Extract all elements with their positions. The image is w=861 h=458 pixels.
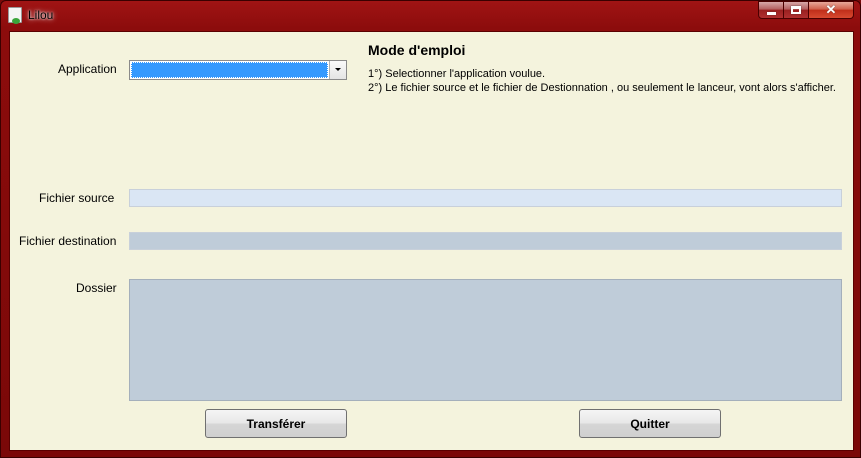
window-title: Lilou — [28, 8, 54, 22]
maximize-icon — [791, 6, 801, 14]
instruction-step-1: 1°) Selectionner l'application voulue. — [368, 68, 546, 80]
close-button[interactable]: ✕ — [809, 1, 854, 19]
folder-textarea[interactable] — [129, 279, 842, 401]
folder-label: Dossier — [76, 281, 117, 295]
close-icon: ✕ — [825, 2, 837, 17]
chevron-down-icon[interactable] — [329, 61, 346, 79]
transfer-button[interactable]: Transférer — [205, 409, 347, 438]
instructions-title: Mode d'emploi — [368, 42, 466, 58]
source-file-field[interactable] — [129, 189, 842, 207]
application-label: Application — [58, 62, 117, 76]
title-bar[interactable]: Lilou ✕ — [1, 1, 860, 29]
source-file-label: Fichier source — [39, 191, 115, 205]
form-area: Application Mode d'emploi 1°) Selectionn… — [9, 31, 854, 451]
instruction-step-2: 2°) Le fichier source et le fichier de D… — [368, 82, 836, 94]
minimize-button[interactable] — [758, 1, 784, 19]
application-combobox[interactable] — [129, 60, 347, 80]
application-selected-value — [131, 62, 328, 78]
destination-file-label: Fichier destination — [19, 234, 117, 248]
destination-file-field[interactable] — [129, 232, 842, 250]
window-controls: ✕ — [758, 1, 854, 20]
minimize-icon — [766, 11, 776, 15]
app-window: Lilou ✕ Application Mode d'emploi 1°) Se… — [0, 0, 861, 458]
quit-button[interactable]: Quitter — [579, 409, 721, 438]
app-icon — [8, 7, 22, 24]
maximize-button[interactable] — [784, 1, 809, 19]
